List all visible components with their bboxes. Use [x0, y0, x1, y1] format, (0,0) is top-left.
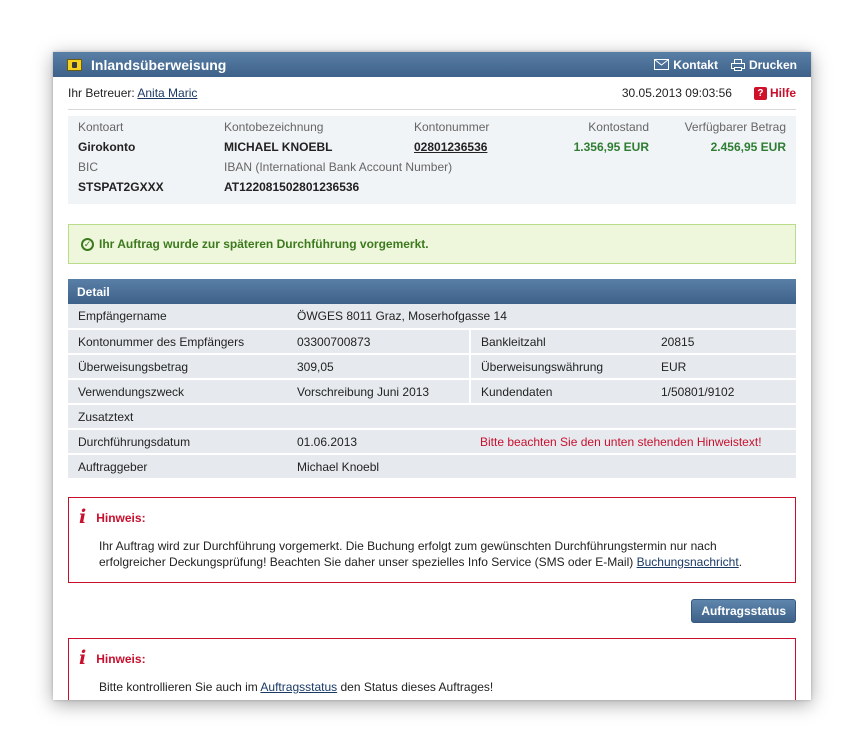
help-label: Hilfe	[769, 86, 796, 100]
iban-value: AT122081502801236536	[224, 180, 360, 194]
table-row: Empfängername ÖWGES 8011 Graz, Moserhofg…	[68, 304, 796, 330]
hinweis-text-line1: Ihr Auftrag wird zur Durchführung vorgem…	[99, 539, 717, 553]
envelope-icon	[654, 59, 670, 70]
kontostand-value: 1.356,95 EUR	[573, 140, 649, 154]
empfaengername-value: ÖWGES 8011 Graz, Moserhofgasse 14	[287, 304, 796, 330]
hinweis-text: Ihr Auftrag wird zur Durchführung vorgem…	[79, 538, 785, 570]
auftraggeber-value: Michael Knoebl	[287, 454, 796, 480]
kontobezeichnung-value: MICHAEL KNOEBL	[224, 140, 333, 154]
kundendaten-label: Kundendaten	[469, 379, 651, 405]
buchungsnachricht-link[interactable]: Buchungsnachricht	[637, 555, 739, 569]
hinweis2-text: Bitte kontrollieren Sie auch im Auftrags…	[79, 679, 785, 695]
help-icon: ?	[753, 86, 767, 100]
bankleitzahl-label: Bankleitzahl	[469, 329, 651, 355]
kontakt-label: Kontakt	[673, 57, 718, 72]
help-link[interactable]: ? Hilfe	[753, 86, 796, 100]
table-row: Zusatztext	[68, 404, 796, 430]
auftragsstatus-button[interactable]: Auftragsstatus	[691, 599, 796, 623]
bankleitzahl-value: 20815	[651, 329, 796, 355]
iban-label: IBAN (International Bank Account Number)	[224, 160, 453, 174]
empfaenger-kontonummer-label: Kontonummer des Empfängers	[68, 329, 287, 355]
table-row: Auftraggeber Michael Knoebl	[68, 454, 796, 480]
hinweis-text-line2: erfolgreicher Deckungsprüfung! Beachten …	[99, 555, 634, 569]
zusatztext-label: Zusatztext	[68, 404, 287, 430]
kontonummer-label: Kontonummer	[414, 120, 490, 134]
title-bar: Inlandsüberweisung Kontakt Drucken	[53, 52, 811, 77]
table-row: Überweisungsbetrag 309,05 Überweisungswä…	[68, 354, 796, 380]
success-text: Ihr Auftrag wurde zur späteren Durchführ…	[99, 237, 429, 251]
kontoart-value: Girokonto	[78, 140, 136, 154]
hinweis2-text-before: Bitte kontrollieren Sie auch im	[99, 680, 258, 694]
check-circle-icon: ✓	[81, 237, 94, 251]
advisor-link[interactable]: Anita Maric	[137, 86, 197, 100]
drucken-label: Drucken	[748, 57, 797, 72]
verfuegbar-value: 2.456,95 EUR	[710, 140, 786, 154]
verwendungszweck-label: Verwendungszweck	[68, 379, 287, 405]
hinweis2-title: Hinweis:	[96, 651, 146, 666]
durchfuehrungsdatum-value: 01.06.2013	[287, 429, 470, 455]
kontostand-label: Kontostand	[588, 120, 649, 134]
page-title: Inlandsüberweisung	[91, 56, 227, 73]
bic-label: BIC	[78, 160, 99, 174]
date-warning: Bitte beachten Sie den unten stehenden H…	[470, 429, 796, 455]
empfaenger-kontonummer-value: 03300700873	[287, 329, 470, 355]
info-icon: i	[79, 506, 87, 528]
hinweis-text-end: .	[738, 555, 743, 569]
hinweis-title: Hinweis:	[96, 510, 146, 525]
printer-icon	[730, 58, 745, 71]
betrag-value: 309,05	[287, 354, 470, 380]
success-message: ✓ Ihr Auftrag wurde zur späteren Durchfü…	[68, 224, 796, 264]
hinweis2-text-after: den Status dieses Auftrages!	[340, 680, 494, 694]
betrag-label: Überweisungsbetrag	[68, 354, 287, 380]
kundendaten-value: 1/50801/9102	[651, 379, 796, 405]
top-info-bar: Ihr Betreuer: Anita Maric 30.05.2013 09:…	[68, 77, 796, 110]
table-row: Durchführungsdatum 01.06.2013 Bitte beac…	[68, 429, 796, 455]
hinweis-box-2: i Hinweis: Bitte kontrollieren Sie auch …	[68, 638, 796, 700]
bic-value: STSPAT2GXXX	[78, 180, 164, 194]
waehrung-label: Überweisungswährung	[469, 354, 651, 380]
transfer-form-icon	[67, 58, 82, 71]
verwendungszweck-value: Vorschreibung Juni 2013	[287, 379, 470, 405]
durchfuehrungsdatum-label: Durchführungsdatum	[68, 429, 287, 455]
advisor-label: Ihr Betreuer:	[68, 86, 135, 100]
verfuegbar-label: Verfügbarer Betrag	[684, 120, 786, 134]
advisor-info: Ihr Betreuer: Anita Maric	[68, 86, 622, 100]
empfaengername-label: Empfängername	[68, 304, 287, 330]
drucken-button[interactable]: Drucken	[730, 57, 797, 72]
kontonummer-link[interactable]: 02801236536	[414, 140, 487, 154]
waehrung-value: EUR	[651, 354, 796, 380]
kontakt-button[interactable]: Kontakt	[654, 58, 718, 72]
table-row: Kontonummer des Empfängers 03300700873 B…	[68, 329, 796, 355]
kontoart-label: Kontoart	[78, 120, 124, 134]
current-datetime: 30.05.2013 09:03:56	[621, 86, 732, 100]
transfer-window: Inlandsüberweisung Kontakt Drucken Ihr B…	[53, 52, 811, 700]
auftraggeber-label: Auftraggeber	[68, 454, 287, 480]
hinweis-box-1: i Hinweis: Ihr Auftrag wird zur Durchfüh…	[68, 497, 796, 583]
table-row: Verwendungszweck Vorschreibung Juni 2013…	[68, 379, 796, 405]
zusatztext-value	[287, 404, 796, 430]
kontobezeichnung-label: Kontobezeichnung	[224, 120, 324, 134]
account-summary: Kontoart Kontobezeichnung Kontonummer Ko…	[68, 116, 796, 204]
auftragsstatus-link[interactable]: Auftragsstatus	[260, 680, 337, 694]
info-icon: i	[79, 647, 87, 669]
detail-header: Detail	[68, 279, 796, 304]
detail-table: Empfängername ÖWGES 8011 Graz, Moserhofg…	[68, 304, 796, 480]
